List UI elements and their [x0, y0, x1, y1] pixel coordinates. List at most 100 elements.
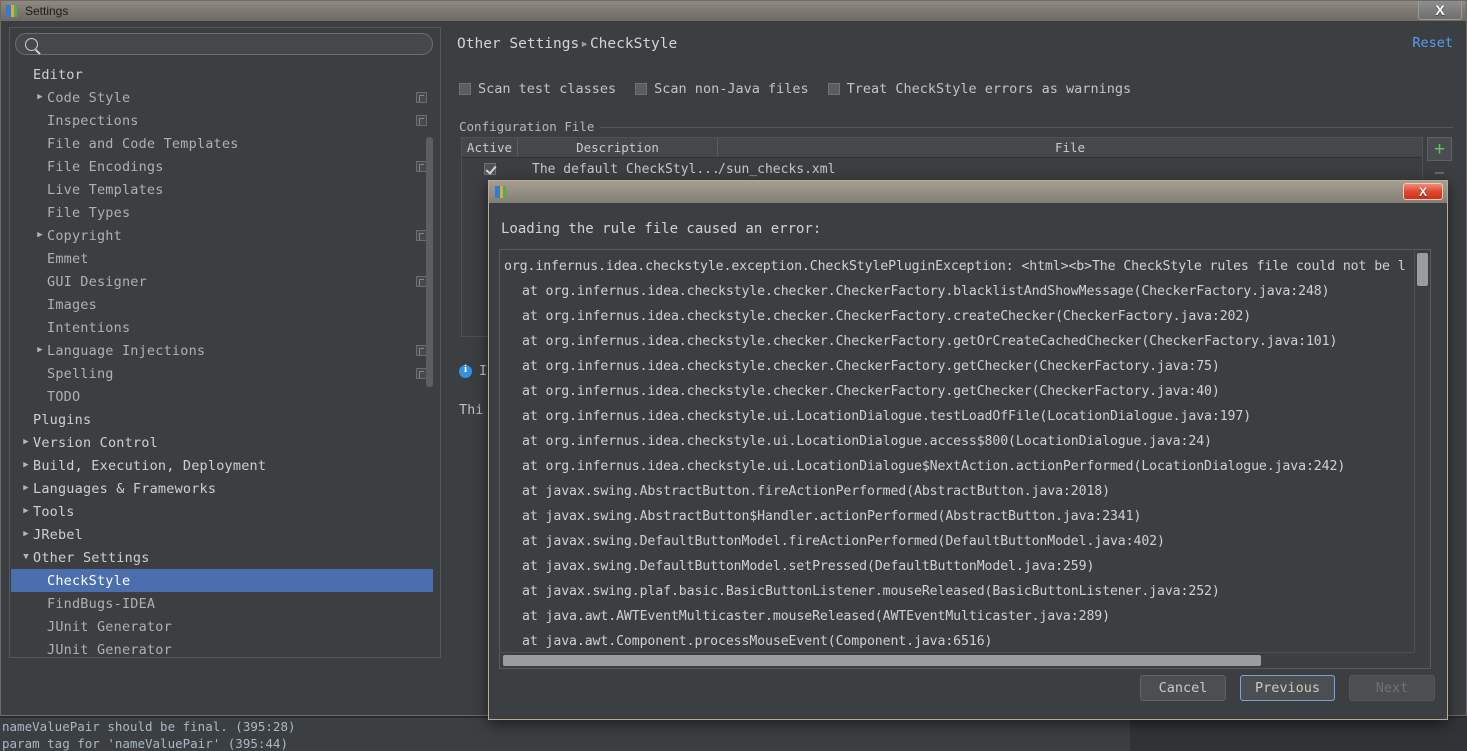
- sidebar-item-label: File and Code Templates: [47, 135, 239, 152]
- sidebar-item-label: Intentions: [47, 319, 131, 336]
- previous-button[interactable]: Previous: [1239, 675, 1335, 701]
- sidebar-item-label: Emmet: [47, 250, 89, 267]
- search-input[interactable]: [44, 35, 432, 53]
- sidebar-item-jrebel[interactable]: ▶ JRebel: [11, 523, 433, 546]
- stack-trace-line: at org.infernus.idea.checkstyle.ui.Locat…: [522, 409, 1252, 424]
- table-row[interactable]: The default CheckStyl.../sun_checks.xml: [462, 158, 1422, 180]
- checkbox-icon[interactable]: [459, 83, 471, 95]
- group-divider: [559, 127, 1453, 128]
- sidebar-item-language-injections[interactable]: ▶ Language Injections: [11, 339, 433, 362]
- info-row: I: [459, 363, 487, 379]
- option-scan-test-classes[interactable]: Scan test classes: [459, 81, 616, 97]
- sidebar-item-label: Live Templates: [47, 181, 164, 198]
- sidebar-item-label: Editor: [33, 66, 83, 83]
- dialog-button-bar: Cancel Previous Next: [1139, 675, 1435, 701]
- sidebar-item-label: Languages & Frameworks: [33, 480, 217, 497]
- configuration-file-legend: Configuration File: [459, 119, 601, 134]
- sidebar-item-plugins[interactable]: Plugins: [11, 408, 433, 431]
- stack-trace-panel[interactable]: org.infernus.idea.checkstyle.exception.C…: [499, 249, 1431, 669]
- active-cell[interactable]: [462, 163, 518, 175]
- dialog-title-bar: X: [489, 181, 1447, 203]
- sidebar-item-file-and-code-templates[interactable]: File and Code Templates: [11, 132, 433, 155]
- inspection-line: param tag for 'nameValuePair' (395:44): [2, 736, 288, 751]
- sidebar-item-spelling[interactable]: Spelling: [11, 362, 433, 385]
- breadcrumb: Other Settings▸CheckStyle: [457, 36, 677, 52]
- sidebar-item-images[interactable]: Images: [11, 293, 433, 316]
- stack-trace-line: at org.infernus.idea.checkstyle.checker.…: [522, 359, 1220, 374]
- sidebar-item-junit-generator[interactable]: JUnit Generator: [11, 615, 433, 638]
- sidebar-item-code-style[interactable]: ▶ Code Style: [11, 86, 433, 109]
- vertical-scrollbar-thumb[interactable]: [1417, 253, 1428, 286]
- sidebar-item-live-templates[interactable]: Live Templates: [11, 178, 433, 201]
- checkbox-icon[interactable]: [827, 83, 840, 95]
- option-treat-checkstyle-errors-as-warnings[interactable]: Treat CheckStyle errors as warnings: [827, 81, 1132, 97]
- sidebar-item-gui-designer[interactable]: GUI Designer: [11, 270, 433, 293]
- column-header-description[interactable]: Description: [518, 138, 718, 157]
- checkbox-icon[interactable]: [484, 163, 496, 175]
- sidebar-item-label: File Types: [47, 204, 131, 221]
- tree-scrollbar[interactable]: [426, 63, 433, 655]
- sidebar-item-label: JRebel: [33, 526, 83, 543]
- chevron-right-icon[interactable]: ▶: [19, 484, 33, 493]
- table-header-row: Active Description File: [462, 138, 1422, 158]
- dialog-body: Loading the rule file caused an error: o…: [497, 207, 1439, 711]
- window-title: Settings: [25, 4, 69, 18]
- option-scan-non-java-files[interactable]: Scan non-Java files: [635, 81, 809, 97]
- chevron-right-icon[interactable]: ▶: [19, 507, 33, 516]
- chevron-right-icon[interactable]: ▶: [33, 93, 47, 102]
- next-button: Next: [1349, 675, 1435, 701]
- breadcrumb-current: CheckStyle: [589, 36, 678, 52]
- sidebar-item-tools[interactable]: ▶ Tools: [11, 500, 433, 523]
- horizontal-scrollbar-thumb[interactable]: [503, 655, 1261, 666]
- sidebar-item-file-encodings[interactable]: File Encodings: [11, 155, 433, 178]
- column-header-file[interactable]: File: [718, 138, 1422, 157]
- background-editor-inspection-text: nameValuePair should be final. (395:28) …: [0, 718, 1130, 751]
- sidebar-item-checkstyle[interactable]: CheckStyle: [11, 569, 433, 592]
- chevron-right-icon[interactable]: ▶: [19, 530, 33, 539]
- sidebar-item-file-types[interactable]: File Types: [11, 201, 433, 224]
- stack-trace-lines: org.infernus.idea.checkstyle.exception.C…: [500, 250, 1410, 654]
- cancel-button[interactable]: Cancel: [1139, 675, 1226, 701]
- column-header-active[interactable]: Active: [462, 138, 518, 157]
- tree-scrollbar-thumb[interactable]: [426, 137, 433, 387]
- sidebar-item-version-control[interactable]: ▶ Version Control: [11, 431, 433, 454]
- sidebar-item-inspections[interactable]: Inspections: [11, 109, 433, 132]
- sidebar-item-junit-generator[interactable]: JUnit Generator: [11, 638, 433, 656]
- table-action-buttons: + –: [1427, 137, 1453, 183]
- background-right-strip: [1130, 718, 1467, 751]
- sidebar-item-todo[interactable]: TODO: [11, 385, 433, 408]
- sidebar-item-editor[interactable]: Editor: [11, 63, 433, 86]
- reset-link[interactable]: Reset: [1412, 35, 1453, 51]
- option-label: Treat CheckStyle errors as warnings: [846, 81, 1132, 97]
- sidebar-item-emmet[interactable]: Emmet: [11, 247, 433, 270]
- chevron-right-icon[interactable]: ▶: [33, 346, 47, 355]
- add-configuration-button[interactable]: +: [1427, 137, 1452, 161]
- stack-trace-line: at org.infernus.idea.checkstyle.ui.Locat…: [522, 459, 1346, 474]
- stack-trace-horizontal-scrollbar[interactable]: [501, 652, 1414, 667]
- settings-category-tree[interactable]: Editor ▶ Code Style Inspections File and Cod…: [11, 63, 433, 655]
- sidebar-item-label: Tools: [33, 503, 75, 520]
- stack-trace-vertical-scrollbar[interactable]: [1414, 251, 1429, 652]
- close-window-button[interactable]: X: [1418, 1, 1462, 20]
- chevron-right-icon[interactable]: ▶: [19, 438, 33, 447]
- sidebar-item-label: Images: [47, 296, 97, 313]
- sidebar-item-languages-frameworks[interactable]: ▶ Languages & Frameworks: [11, 477, 433, 500]
- stack-trace-line: at javax.swing.DefaultButtonModel.fireAc…: [522, 534, 1165, 549]
- sidebar-item-build-execution-deployment[interactable]: ▶ Build, Execution, Deployment: [11, 454, 433, 477]
- sidebar-item-copyright[interactable]: ▶ Copyright: [11, 224, 433, 247]
- checkbox-icon[interactable]: [635, 83, 648, 95]
- settings-title-bar: Settings X: [1, 1, 1466, 21]
- dialog-close-button[interactable]: X: [1403, 183, 1443, 200]
- stack-trace-line: at javax.swing.plaf.basic.BasicButtonLis…: [522, 584, 1220, 599]
- stack-trace-line: at org.infernus.idea.checkstyle.checker.…: [522, 334, 1338, 349]
- sidebar-item-findbugs-idea[interactable]: FindBugs-IDEA: [11, 592, 433, 615]
- chevron-right-icon[interactable]: ▶: [33, 231, 47, 240]
- chevron-down-icon[interactable]: ▼: [19, 553, 33, 562]
- scan-options-row: Scan test classes Scan non-Java files Trea…: [459, 81, 1131, 97]
- stack-trace-line: at javax.swing.AbstractButton.fireAction…: [522, 484, 1110, 499]
- settings-search-box[interactable]: [15, 33, 433, 55]
- breadcrumb-parent[interactable]: Other Settings: [457, 36, 579, 52]
- sidebar-item-other-settings[interactable]: ▼ Other Settings: [11, 546, 433, 569]
- sidebar-item-intentions[interactable]: Intentions: [11, 316, 433, 339]
- chevron-right-icon[interactable]: ▶: [19, 461, 33, 470]
